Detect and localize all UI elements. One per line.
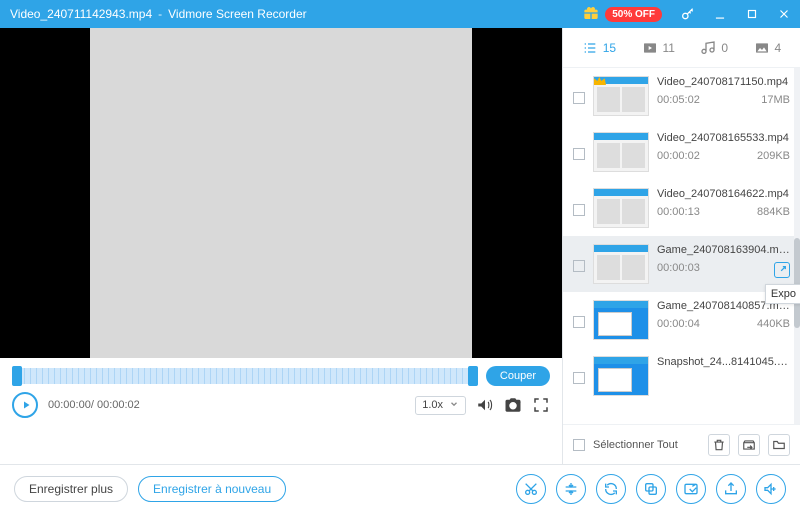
promo-badge: 50% OFF bbox=[605, 7, 662, 22]
item-thumbnail bbox=[593, 188, 649, 228]
item-size: 440KB bbox=[757, 318, 790, 330]
export-list-button[interactable] bbox=[738, 434, 760, 456]
list-scrollbar[interactable] bbox=[794, 68, 800, 424]
trim-handle-end[interactable] bbox=[468, 366, 478, 386]
tool-volume-button[interactable] bbox=[756, 474, 786, 504]
item-export-button[interactable] bbox=[774, 262, 790, 278]
item-size: 209KB bbox=[757, 150, 790, 162]
item-thumbnail bbox=[593, 132, 649, 172]
item-size: 17MB bbox=[761, 94, 790, 106]
snapshot-button[interactable] bbox=[504, 396, 522, 414]
tab-video[interactable]: 11 bbox=[642, 40, 675, 56]
cut-button[interactable]: Couper bbox=[486, 366, 550, 386]
item-checkbox[interactable] bbox=[573, 260, 585, 272]
item-checkbox[interactable] bbox=[573, 148, 585, 160]
item-filename: Video_240708164622.mp4 bbox=[657, 188, 790, 200]
item-filename: Snapshot_24...8141045.png bbox=[657, 356, 790, 368]
trim-slider[interactable] bbox=[12, 368, 478, 384]
tab-all[interactable]: 15 bbox=[582, 40, 616, 56]
tool-compress-button[interactable] bbox=[556, 474, 586, 504]
title-appname: Vidmore Screen Recorder bbox=[168, 7, 307, 21]
item-thumbnail bbox=[593, 300, 649, 340]
timecode: 00:00:00/ 00:00:02 bbox=[48, 399, 140, 411]
chevron-down-icon bbox=[449, 399, 459, 412]
item-duration: 00:00:04 bbox=[657, 318, 700, 330]
item-thumbnail bbox=[593, 76, 649, 116]
item-filename: Video_240708165533.mp4 bbox=[657, 132, 790, 144]
record-more-button[interactable]: Enregistrer plus bbox=[14, 476, 128, 502]
item-duration: 00:00:02 bbox=[657, 150, 700, 162]
list-item[interactable]: Video_240708165533.mp4 00:00:02 209KB bbox=[563, 124, 800, 180]
play-button[interactable] bbox=[12, 392, 38, 418]
right-pane: 15 11 0 4 Video_240708171150.mp4 00:05:02… bbox=[562, 28, 800, 464]
title-filename: Video_240711142943.mp4 bbox=[10, 7, 152, 21]
bottom-bar: Enregistrer plus Enregistrer à nouveau bbox=[0, 464, 800, 512]
item-duration: 00:05:02 bbox=[657, 94, 700, 106]
tool-share-button[interactable] bbox=[716, 474, 746, 504]
gift-icon bbox=[583, 5, 599, 24]
media-tabs: 15 11 0 4 bbox=[563, 28, 800, 68]
fullscreen-button[interactable] bbox=[532, 396, 550, 414]
preview-pillar-left bbox=[0, 28, 90, 358]
trim-handle-start[interactable] bbox=[12, 366, 22, 386]
promo-banner[interactable]: 50% OFF bbox=[583, 4, 662, 24]
open-folder-button[interactable] bbox=[768, 434, 790, 456]
preview-canvas bbox=[90, 28, 472, 358]
tool-merge-button[interactable] bbox=[636, 474, 666, 504]
tool-trim-button[interactable] bbox=[516, 474, 546, 504]
item-checkbox[interactable] bbox=[573, 204, 585, 216]
export-tooltip: Expo bbox=[765, 284, 800, 304]
left-pane: Couper 00:00:00/ 00:00:02 1.0x bbox=[0, 28, 562, 464]
list-item[interactable]: Snapshot_24...8141045.png bbox=[563, 348, 800, 404]
tab-image[interactable]: 4 bbox=[754, 40, 782, 56]
list-item[interactable]: Video_240708164622.mp4 00:00:13 884KB bbox=[563, 180, 800, 236]
item-size: 884KB bbox=[757, 206, 790, 218]
item-duration: 00:00:13 bbox=[657, 206, 700, 218]
item-filename: Game_240708163904.mp4 bbox=[657, 244, 790, 256]
item-duration: 00:00:03 bbox=[657, 262, 700, 278]
scrollbar-thumb[interactable] bbox=[794, 238, 800, 328]
titlebar: Video_240711142943.mp4 - Vidmore Screen … bbox=[0, 0, 800, 28]
close-button[interactable] bbox=[768, 0, 800, 28]
item-checkbox[interactable] bbox=[573, 372, 585, 384]
speed-value: 1.0x bbox=[422, 399, 443, 411]
preview-pillar-right bbox=[472, 28, 562, 358]
select-all-checkbox[interactable] bbox=[573, 439, 585, 451]
select-all-label: Sélectionner Tout bbox=[593, 439, 700, 451]
volume-button[interactable] bbox=[476, 396, 494, 414]
minimize-button[interactable] bbox=[704, 0, 736, 28]
title-separator: - bbox=[158, 7, 162, 21]
record-again-button[interactable]: Enregistrer à nouveau bbox=[138, 476, 286, 502]
item-thumbnail bbox=[593, 356, 649, 396]
register-key-button[interactable] bbox=[672, 0, 704, 28]
item-thumbnail bbox=[593, 244, 649, 284]
recordings-list: Video_240708171150.mp400:05:0217MBVideo_… bbox=[563, 68, 800, 424]
crown-icon bbox=[592, 73, 608, 85]
item-filename: Video_240708171150.mp4 bbox=[657, 76, 790, 88]
item-checkbox[interactable] bbox=[573, 316, 585, 328]
tool-convert-button[interactable] bbox=[596, 474, 626, 504]
tool-edit-button[interactable] bbox=[676, 474, 706, 504]
delete-button[interactable] bbox=[708, 434, 730, 456]
tab-audio[interactable]: 0 bbox=[700, 40, 728, 56]
item-checkbox[interactable] bbox=[573, 92, 585, 104]
list-item[interactable]: Video_240708171150.mp4 00:05:02 17MB bbox=[563, 68, 800, 124]
speed-select[interactable]: 1.0x bbox=[415, 396, 466, 415]
maximize-button[interactable] bbox=[736, 0, 768, 28]
video-preview[interactable] bbox=[0, 28, 562, 358]
